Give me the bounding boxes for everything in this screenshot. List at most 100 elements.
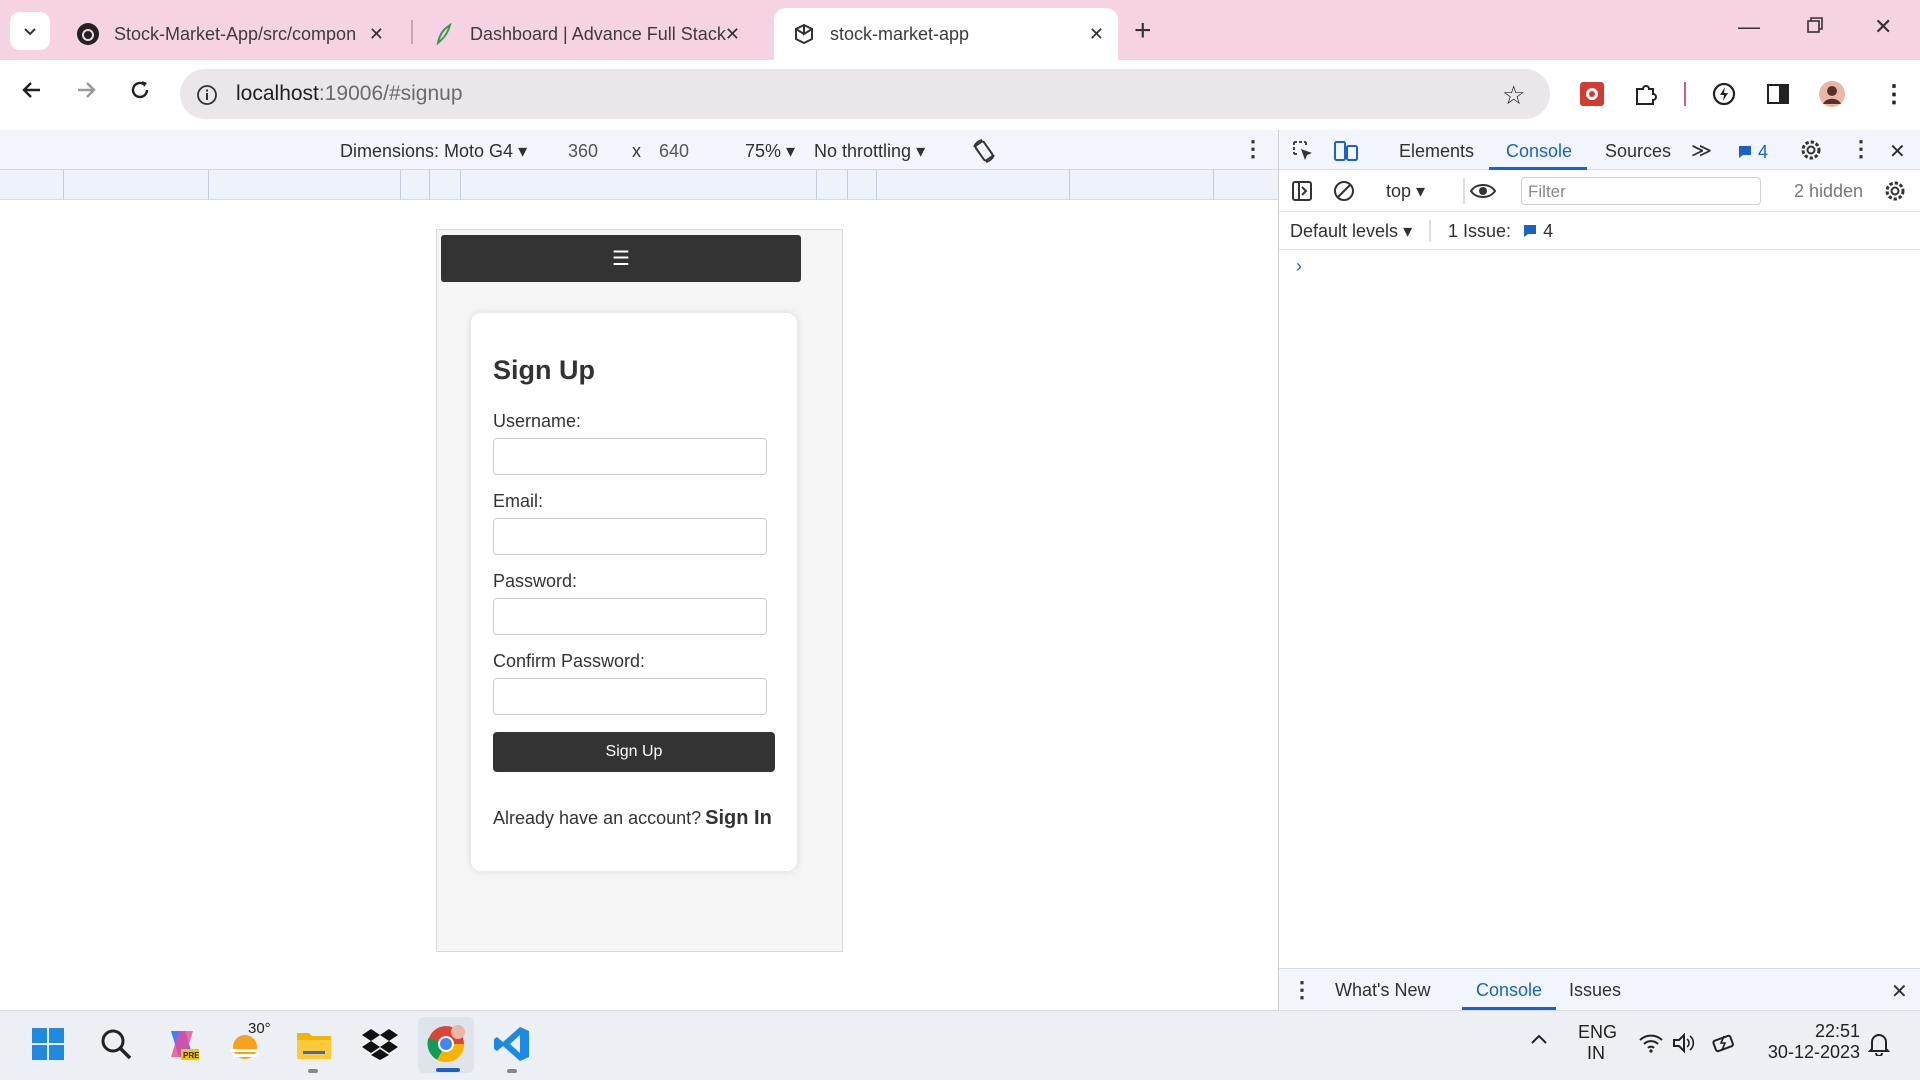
rotate-icon[interactable] [970,137,998,170]
console-levels-bar: Default levels ▾ 1 Issue: 4 [1279,212,1920,250]
device-dimensions-select[interactable]: Dimensions: Moto G4 ▾ [340,141,527,162]
signin-link[interactable]: Sign In [705,807,772,829]
devtools-tab-bar: Elements Console Sources ≫ 4 ⋮ ✕ [1279,130,1920,170]
side-panel-icon[interactable] [1764,80,1792,108]
close-window-icon[interactable]: ✕ [1874,14,1892,40]
clock-date: 30-12-2023 [1767,1042,1860,1062]
copilot-icon[interactable]: PRE [162,1024,202,1064]
log-levels-select[interactable]: Default levels ▾ [1290,221,1412,242]
battery-icon[interactable] [1712,1032,1738,1059]
search-icon[interactable] [96,1024,136,1064]
devtools-settings-icon[interactable] [1799,138,1823,167]
confirm-password-input[interactable] [493,678,767,715]
inspect-element-icon[interactable] [1291,139,1315,168]
devtools-drawer-bar: ⋮ What's New Console Issues ✕ [1279,968,1920,1010]
url-path: :19006/#signup [318,82,463,105]
extensions-puzzle-icon[interactable] [1632,80,1660,108]
tab-search-button[interactable] [10,12,50,50]
github-icon [76,22,100,46]
clear-console-icon[interactable] [1333,180,1355,207]
site-info-icon[interactable] [196,84,218,111]
profile-avatar[interactable] [1818,80,1846,108]
hidden-count: 2 hidden [1794,181,1864,201]
leaf-icon [432,22,456,46]
windows-start-icon[interactable] [28,1024,68,1064]
drawer-tab-console[interactable]: Console [1476,980,1542,1001]
tab-separator [411,20,413,44]
issues-summary[interactable]: 1 Issue: 4 [1448,221,1553,242]
close-drawer-icon[interactable]: ✕ [1891,979,1908,1004]
message-icon [1739,146,1751,158]
email-label: Email: [493,491,544,511]
zoom-select[interactable]: 75% ▾ [745,141,795,162]
signup-button[interactable]: Sign Up [493,732,775,772]
close-tab-icon[interactable]: ✕ [369,24,384,45]
drawer-menu-icon[interactable]: ⋮ [1291,977,1313,1003]
tab-title: Stock-Market-App/src/compon [114,23,357,44]
close-tab-icon[interactable]: ✕ [725,24,740,45]
extension-red-icon[interactable] [1578,80,1606,108]
more-tabs-icon[interactable]: ≫ [1691,138,1712,163]
tab-github[interactable]: Stock-Market-App/src/compon ✕ [58,8,398,60]
issues-badge[interactable]: 4 [1737,142,1768,163]
email-input[interactable] [493,518,767,555]
device-toolbar-menu-icon[interactable]: ⋮ [1242,136,1264,162]
forward-icon[interactable] [74,78,98,109]
devtools-panel [1278,130,1920,1010]
bookmark-star-icon[interactable]: ☆ [1502,80,1525,111]
clock[interactable]: 22:51 30-12-2023 [1760,1021,1860,1063]
back-icon[interactable] [20,78,44,109]
device-toggle-icon[interactable] [1333,138,1359,169]
weather-temp: 30° [248,1020,271,1037]
console-settings-icon[interactable] [1883,179,1907,208]
reload-icon[interactable] [128,78,152,109]
console-filter-input[interactable]: Filter [1521,177,1761,205]
password-label: Password: [493,571,578,591]
tab-dashboard[interactable]: Dashboard | Advance Full Stack ✕ [414,8,754,60]
file-explorer-icon[interactable] [294,1024,334,1064]
dropbox-icon[interactable] [360,1024,400,1064]
hamburger-menu-icon[interactable]: ☰ [612,246,630,271]
devtools-menu-icon[interactable]: ⋮ [1850,136,1872,162]
username-label: Username: [493,411,582,431]
tab-elements[interactable]: Elements [1399,141,1474,162]
wifi-icon[interactable] [1638,1032,1664,1059]
chrome-icon[interactable] [426,1024,466,1064]
running-indicator [308,1069,318,1073]
drawer-tab-whats-new[interactable]: What's New [1335,980,1430,1001]
close-tab-icon[interactable]: ✕ [1089,24,1104,45]
performance-icon[interactable] [1710,80,1738,108]
console-sidebar-icon[interactable] [1291,180,1313,207]
console-prompt-icon[interactable]: › [1296,256,1302,277]
vscode-icon[interactable] [492,1024,532,1064]
cube-icon [792,22,816,46]
running-indicator [507,1069,517,1073]
chevron-down-icon [24,28,36,36]
toolbar-divider [1429,220,1431,242]
tab-title: stock-market-app [830,23,970,44]
active-app-indicator [436,1068,460,1072]
drawer-tab-issues[interactable]: Issues [1569,980,1621,1001]
new-tab-icon[interactable]: + [1134,14,1152,48]
device-width-input[interactable]: 360 [568,141,598,162]
dimension-separator: x [632,141,641,161]
context-select[interactable]: top ▾ [1386,181,1425,202]
throttling-select[interactable]: No throttling ▾ [814,141,925,162]
password-input[interactable] [493,598,767,635]
tab-stock-market-app[interactable]: stock-market-app ✕ [774,8,1118,60]
message-icon [1524,225,1537,237]
language-indicator[interactable]: ENG IN [1578,1022,1617,1064]
tab-console[interactable]: Console [1506,141,1572,162]
url-text[interactable]: localhost:19006/#signup [236,82,463,106]
minimize-icon[interactable]: — [1738,14,1760,40]
device-height-input[interactable]: 640 [659,141,689,162]
close-devtools-icon[interactable]: ✕ [1889,139,1906,164]
restore-icon[interactable] [1806,14,1824,40]
browser-menu-icon[interactable]: ⋮ [1882,80,1906,109]
notifications-bell-icon[interactable] [1867,1032,1891,1061]
tab-sources[interactable]: Sources [1605,141,1671,162]
username-input[interactable] [493,438,767,475]
live-expression-eye-icon[interactable] [1469,179,1497,208]
show-hidden-icons[interactable] [1528,1028,1550,1055]
volume-icon[interactable] [1672,1032,1696,1059]
